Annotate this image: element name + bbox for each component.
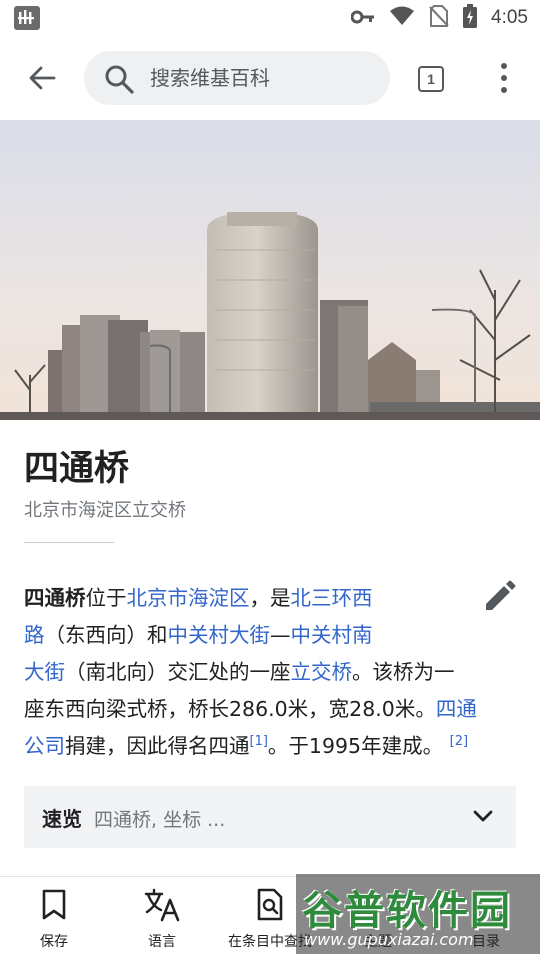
link-interchange[interactable]: 立交桥 bbox=[291, 660, 353, 684]
chevron-down-icon bbox=[473, 810, 493, 822]
language-button[interactable]: 语言 bbox=[108, 887, 216, 957]
link-north-third-ring-west-road-cont[interactable]: 路 bbox=[24, 623, 45, 647]
reference-2[interactable]: [2] bbox=[450, 734, 468, 749]
page-description: 北京市海淀区立交桥 bbox=[24, 500, 186, 521]
link-zhongguancun-south-street[interactable]: 中关村南 bbox=[291, 623, 373, 647]
quick-facts-summary: 四通桥, 坐标 ... bbox=[94, 809, 226, 831]
save-button[interactable]: 保存 bbox=[0, 887, 108, 957]
app-notification-icon bbox=[14, 6, 40, 30]
arrow-back-icon bbox=[29, 66, 56, 90]
no-sim-icon bbox=[429, 5, 449, 31]
status-bar: 4:05 bbox=[0, 0, 540, 36]
link-north-third-ring-west-road[interactable]: 北三环西 bbox=[291, 586, 373, 610]
find-in-page-icon bbox=[257, 888, 283, 921]
edit-button[interactable] bbox=[482, 580, 516, 614]
link-zhongguancun-south-street-cont[interactable]: 大街 bbox=[24, 660, 65, 684]
bold-title: 四通桥 bbox=[24, 586, 86, 610]
link-stone-company-cont[interactable]: 公司 bbox=[24, 734, 65, 758]
tab-count: 1 bbox=[418, 66, 444, 92]
translate-icon bbox=[144, 888, 180, 922]
link-stone-company[interactable]: 四通 bbox=[436, 697, 477, 721]
search-icon bbox=[105, 65, 134, 94]
wifi-icon bbox=[389, 6, 415, 30]
bookmark-icon bbox=[42, 889, 66, 920]
tabs-button[interactable]: 1 bbox=[414, 62, 448, 96]
quick-facts-collapsible[interactable]: 速览 四通桥, 坐标 ... bbox=[24, 786, 516, 848]
battery-icon bbox=[463, 4, 478, 32]
back-button[interactable] bbox=[22, 58, 62, 98]
watermark: 谷普软件园 www.gupuxiazai.com bbox=[296, 874, 540, 954]
page-title: 四通桥 bbox=[24, 448, 130, 489]
watermark-url: www.gupuxiazai.com bbox=[304, 930, 474, 949]
clock: 4:05 bbox=[491, 7, 528, 28]
toolbar: 搜索维基百科 1 bbox=[0, 36, 540, 120]
pencil-icon bbox=[486, 580, 516, 610]
overflow-menu-button[interactable] bbox=[488, 60, 520, 96]
link-haidian[interactable]: 北京市海淀区 bbox=[127, 586, 250, 610]
lead-image[interactable] bbox=[0, 120, 540, 420]
link-zhongguancun-street[interactable]: 中关村大街 bbox=[168, 623, 271, 647]
reference-1[interactable]: [1] bbox=[250, 734, 268, 749]
watermark-title: 谷普软件园 bbox=[302, 888, 512, 934]
quick-facts-label: 速览 bbox=[42, 807, 82, 831]
key-icon bbox=[350, 9, 375, 28]
lead-paragraph: 四通桥位于北京市海淀区，是北三环西 路（东西向）和中关村大街—中关村南 大街（南… bbox=[24, 586, 477, 758]
search-placeholder: 搜索维基百科 bbox=[150, 66, 270, 90]
search-input[interactable]: 搜索维基百科 bbox=[84, 51, 390, 105]
title-divider bbox=[24, 542, 114, 543]
more-vert-icon bbox=[501, 63, 507, 69]
